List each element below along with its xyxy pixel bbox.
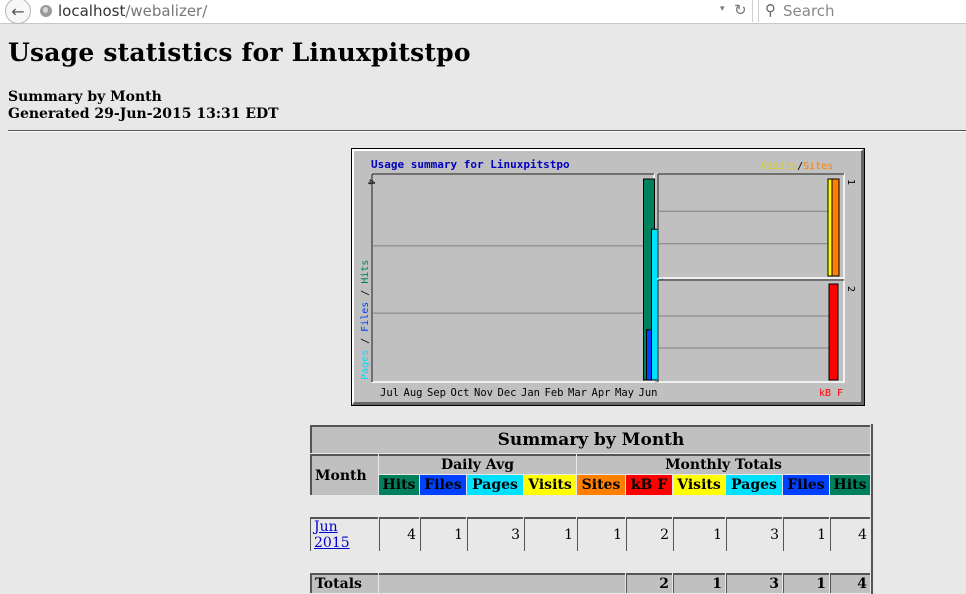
x-tick-label: Dec xyxy=(498,387,517,399)
monthly-totals-header: Monthly Totals xyxy=(577,454,870,474)
divider xyxy=(8,130,966,132)
x-tick-label: Oct xyxy=(451,387,470,399)
main-plot-area xyxy=(371,173,655,383)
kbytes-legend: kB F xyxy=(819,388,843,399)
y-axis-label-part: Hits xyxy=(360,260,371,284)
x-tick-label: Jun xyxy=(639,387,658,399)
totals-label: Totals xyxy=(310,573,378,593)
kbytes-ymax-label: 2 xyxy=(845,286,856,292)
url-host: localhost xyxy=(58,2,126,20)
summary-table-wrapper: Summary by Month Month Daily Avg Monthly… xyxy=(309,424,873,594)
y-axis-label-part: Pages xyxy=(360,350,371,380)
monthly-pages-value: 3 xyxy=(726,517,782,551)
url-bar[interactable]: localhost/webalizer/ ▾ ↻ xyxy=(36,0,753,22)
url-path: /webalizer/ xyxy=(125,2,208,20)
totals-pages: 3 xyxy=(726,573,782,593)
x-tick-label: Jan xyxy=(521,387,540,399)
y-axis-label-part: / xyxy=(360,284,371,302)
x-tick-label: Sep xyxy=(427,387,446,399)
history-dropdown-icon[interactable]: ▾ xyxy=(720,4,725,14)
totals-row: Totals 2 1 3 1 4 xyxy=(310,573,870,593)
month-header: Month xyxy=(310,454,378,495)
globe-icon xyxy=(40,5,52,17)
back-arrow-icon: ← xyxy=(11,1,25,21)
totals-kb: 2 xyxy=(626,573,672,593)
reload-icon[interactable]: ↻ xyxy=(734,1,747,19)
monthly-hits-header: Hits xyxy=(830,475,870,495)
main-ymax-label: 4 xyxy=(365,179,376,185)
x-tick-label: Apr xyxy=(592,387,611,399)
bar-files xyxy=(646,329,652,381)
y-axis-label-part: Files xyxy=(360,302,371,332)
x-tick-label: May xyxy=(615,387,634,399)
visits-sites-plot-area xyxy=(657,173,845,279)
visits-sites-ymax-label: 1 xyxy=(845,179,856,185)
monthly-kb-header: kB F xyxy=(626,475,672,495)
x-tick-label: Mar xyxy=(568,387,587,399)
x-tick-label: Jul xyxy=(380,387,399,399)
row-gap xyxy=(310,552,870,572)
x-tick-label: Aug xyxy=(404,387,423,399)
summary-by-month-table: Summary by Month Month Daily Avg Monthly… xyxy=(309,424,873,594)
table-title: Summary by Month xyxy=(310,425,870,453)
url-text[interactable]: localhost/webalizer/ xyxy=(58,2,207,20)
legend-part: kB F xyxy=(819,388,843,399)
daily-visits-header: Visits xyxy=(524,475,576,495)
main-y-axis-label: Pages / Files / Hits xyxy=(360,260,371,380)
usage-summary-chart: Usage summary for Linuxpitstpo 4 Pages / F… xyxy=(351,148,865,406)
month-link[interactable]: Jun 2015 xyxy=(314,519,350,551)
monthly-sites-header: Sites xyxy=(577,475,625,495)
totals-hits: 4 xyxy=(830,573,870,593)
monthly-files-header: Files xyxy=(783,475,829,495)
monthly-visits-header: Visits xyxy=(673,475,725,495)
visits-sites-legend: Visits/Sites xyxy=(761,161,833,172)
back-button[interactable]: ← xyxy=(5,0,31,24)
legend-part: Sites xyxy=(803,161,833,172)
x-tick-label: Feb xyxy=(545,387,564,399)
x-tick-label: Nov xyxy=(474,387,493,399)
daily-files-header: Files xyxy=(420,475,466,495)
y-axis-label-part: / xyxy=(360,332,371,350)
monthly-files-value: 1 xyxy=(783,517,829,551)
page-title: Usage statistics for Linuxpitstpo xyxy=(8,38,471,67)
bar-kbytes xyxy=(828,283,839,381)
daily-hits-header: Hits xyxy=(379,475,419,495)
kbytes-plot-area xyxy=(657,279,845,383)
totals-visits: 1 xyxy=(673,573,725,593)
monthly-hits-value: 4 xyxy=(830,517,870,551)
bar-sites xyxy=(831,178,840,277)
chart-title: Usage summary for Linuxpitstpo xyxy=(371,158,570,171)
daily-visits-value: 1 xyxy=(524,517,576,551)
page-subheading: Summary by Month Generated 29-Jun-2015 1… xyxy=(8,89,279,123)
totals-files: 1 xyxy=(783,573,829,593)
legend-part: Visits xyxy=(761,161,797,172)
totals-blank xyxy=(379,573,625,593)
month-cell: Jun 2015 xyxy=(310,517,378,551)
search-input[interactable]: ⚲ Search xyxy=(758,0,966,22)
search-placeholder: Search xyxy=(783,2,835,20)
daily-hits-value: 4 xyxy=(379,517,419,551)
monthly-pages-header: Pages xyxy=(726,475,782,495)
monthly-kb-value: 2 xyxy=(626,517,672,551)
generated-timestamp: Generated 29-Jun-2015 13:31 EDT xyxy=(8,106,279,122)
search-icon: ⚲ xyxy=(765,1,776,19)
daily-pages-value: 3 xyxy=(467,517,523,551)
daily-files-value: 1 xyxy=(420,517,466,551)
monthly-visits-value: 1 xyxy=(673,517,725,551)
daily-pages-header: Pages xyxy=(467,475,523,495)
table-row: Jun 2015 4 1 3 1 1 2 1 3 1 4 xyxy=(310,517,870,551)
daily-avg-header: Daily Avg xyxy=(379,454,576,474)
monthly-sites-value: 1 xyxy=(577,517,625,551)
browser-toolbar: ← localhost/webalizer/ ▾ ↻ ⚲ Search xyxy=(0,0,966,24)
row-gap xyxy=(310,496,870,516)
chart-canvas: Usage summary for Linuxpitstpo 4 Pages / F… xyxy=(360,158,856,399)
report-period: Summary by Month xyxy=(8,89,162,105)
